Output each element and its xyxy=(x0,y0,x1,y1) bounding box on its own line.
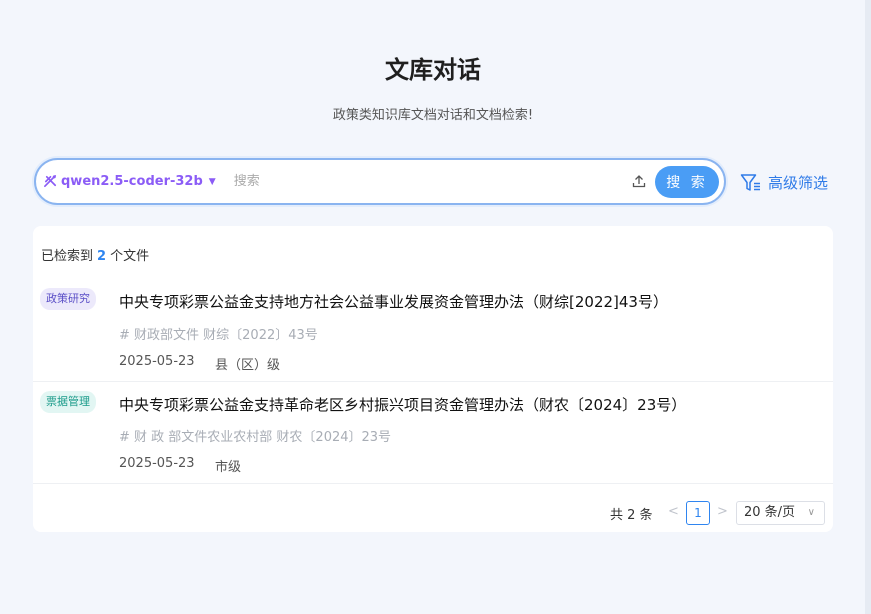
pagination-total: 共 2 条 xyxy=(610,508,653,523)
model-name: qwen2.5-coder-32b xyxy=(61,174,203,189)
list-item: 政策研究 中央专项彩票公益金支持地方社会公益事业发展资金管理办法（财综[2022… xyxy=(33,280,833,382)
results-panel: 已检索到 2 个文件 政策研究 中央专项彩票公益金支持地方社会公益事业发展资金管理办… xyxy=(33,226,833,532)
chevron-left-icon[interactable]: < xyxy=(668,504,679,519)
model-selector[interactable]: qwen2.5-coder-32b ▼ xyxy=(43,174,216,189)
filter-icon xyxy=(740,173,760,191)
search-input[interactable] xyxy=(233,166,624,197)
count-number: 2 xyxy=(97,249,107,264)
page-size-label: 20 条/页 xyxy=(744,505,796,520)
advanced-filter-button[interactable]: 高级筛选 xyxy=(740,172,828,193)
list-item: 票据管理 中央专项彩票公益金支持革命老区乡村振兴项目资金管理办法（财农〔2024… xyxy=(33,382,833,484)
search-bar: qwen2.5-coder-32b ▼ 搜 索 xyxy=(34,158,726,205)
page-subtitle: 政策类知识库文档对话和文档检索! xyxy=(332,108,534,123)
category-tag: 票据管理 xyxy=(40,391,96,413)
caret-down-icon: ▼ xyxy=(208,176,216,187)
page-title: 文库对话 xyxy=(385,56,481,84)
advanced-filter-label: 高级筛选 xyxy=(768,174,829,192)
document-date: 2025-05-23 xyxy=(119,354,195,369)
category-tag: 政策研究 xyxy=(40,288,96,310)
document-level: 县（区）级 xyxy=(215,358,281,373)
count-suffix: 个文件 xyxy=(110,249,150,264)
document-tags: # 财 政 部文件农业农村部 财农〔2024〕23号 xyxy=(119,430,392,445)
search-button[interactable]: 搜 索 xyxy=(655,166,719,198)
document-date: 2025-05-23 xyxy=(119,456,195,471)
results-count: 已检索到 2 个文件 xyxy=(41,245,149,264)
count-prefix: 已检索到 xyxy=(41,249,94,264)
page-size-select[interactable]: 20 条/页 ∨ xyxy=(736,501,825,525)
chevron-down-icon: ∨ xyxy=(807,507,815,518)
model-icon xyxy=(44,175,57,188)
document-title[interactable]: 中央专项彩票公益金支持地方社会公益事业发展资金管理办法（财综[2022]43号） xyxy=(119,291,668,312)
page-number-button[interactable]: 1 xyxy=(686,501,710,525)
chevron-right-icon[interactable]: > xyxy=(717,504,728,519)
document-tags: # 财政部文件 财综〔2022〕43号 xyxy=(119,328,318,343)
pagination: 共 2 条 < 1 > 20 条/页 ∨ xyxy=(33,501,833,525)
page-scrollbar[interactable] xyxy=(865,0,871,614)
upload-icon[interactable] xyxy=(632,173,646,192)
document-level: 市级 xyxy=(215,460,242,475)
document-title[interactable]: 中央专项彩票公益金支持革命老区乡村振兴项目资金管理办法（财农〔2024〕23号） xyxy=(119,394,686,415)
